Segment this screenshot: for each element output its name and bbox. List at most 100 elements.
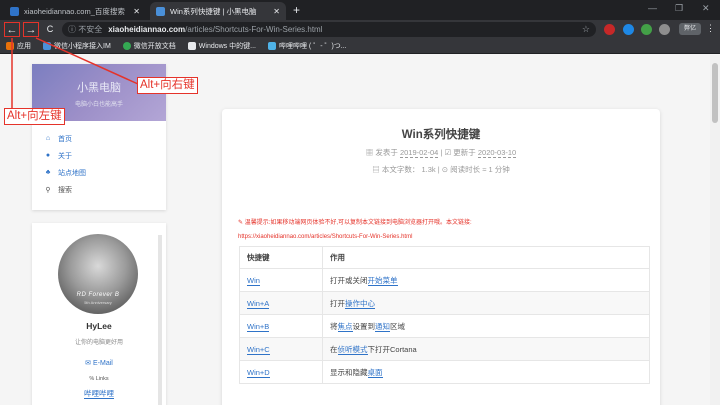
column-header-shortcut: 快捷键 xyxy=(239,246,323,269)
minimize-button[interactable]: — xyxy=(648,3,657,13)
close-window-button[interactable]: ✕ xyxy=(702,3,710,14)
security-indicator[interactable]: ⓘ 不安全 xyxy=(68,24,102,35)
bookmark-wechat-im[interactable]: 微信小程序接入IM xyxy=(43,41,111,51)
shortcut-key: Win+A xyxy=(247,298,270,309)
readtime-label: 阅读时长 ≈ xyxy=(450,165,487,174)
action-text: 在 xyxy=(330,344,338,354)
action-link[interactable]: 桌面 xyxy=(367,367,383,378)
tip-text: 温馨提示:如果移动端网页体验不好,可以复制本文链接到电脑浏览器打开哦。本文链接: xyxy=(244,220,472,226)
table-row: Win+A 打开操作中心 xyxy=(239,291,650,315)
bookmark-label: 应用 xyxy=(17,43,31,50)
shortcut-key: Win+D xyxy=(247,367,270,378)
wechat-icon xyxy=(122,42,131,50)
bilibili-icon xyxy=(267,42,276,50)
action-link[interactable]: 开始菜单 xyxy=(367,275,398,286)
action-link[interactable]: 通知 xyxy=(375,321,390,332)
wordcount-value: 1.3k xyxy=(421,165,436,174)
extension-icon[interactable] xyxy=(641,24,652,35)
nav-item-home[interactable]: ⌂ 首页 xyxy=(32,130,166,147)
maximize-button[interactable]: ❐ xyxy=(675,3,683,14)
avatar-subtext: 5th Anniversary xyxy=(84,300,112,305)
calendar-icon: ▦ xyxy=(365,148,376,157)
bookmark-star-icon[interactable]: ☆ xyxy=(582,24,590,35)
url-domain: xiaoheidiannao.com xyxy=(108,25,186,34)
tab-close-icon[interactable]: ✕ xyxy=(133,7,140,16)
author-name: HyLee xyxy=(86,321,112,331)
shortcut-key: Win+C xyxy=(247,344,270,355)
extension-icon[interactable] xyxy=(659,24,670,35)
links-label: Links xyxy=(95,376,109,382)
bookmark-apps[interactable]: 应用 xyxy=(6,41,31,51)
sitemap-icon: ♣ xyxy=(45,169,51,176)
shortcut-action: 打开操作中心 xyxy=(322,291,650,315)
new-tab-button[interactable]: + xyxy=(293,3,300,17)
readtime-value: 1 分钟 xyxy=(488,165,510,174)
bookmark-windows-keys[interactable]: Windows 中的键... xyxy=(187,41,256,51)
menu-icon[interactable]: ⋮ xyxy=(706,23,715,34)
address-bar[interactable]: ⓘ 不安全 xiaoheidiannao.com /articles/Short… xyxy=(62,22,596,37)
tab-title: xiaoheidiannao.com_百度搜索 xyxy=(24,6,125,16)
mobile-tip: ✎ 温馨提示:如果移动端网页体验不好,可以复制本文链接到电脑浏览器打开哦。本文链… xyxy=(238,217,472,226)
avatar: RD Forever B 5th Anniversary xyxy=(58,234,138,314)
bookmark-label: 微信开放文档 xyxy=(133,43,176,50)
nav-item-label: 关于 xyxy=(58,152,72,160)
bilibili-link[interactable]: 哔哩哔哩 xyxy=(32,388,166,399)
file-icon: ▤ xyxy=(372,165,382,174)
cloud-icon xyxy=(43,42,51,50)
shortcut-key-link[interactable]: Win xyxy=(239,268,323,292)
shortcut-key-link[interactable]: Win+A xyxy=(239,291,323,315)
updated-label: 更新于 xyxy=(453,148,476,157)
forward-button[interactable]: → xyxy=(23,22,39,37)
tab-title: Win系列快捷键 | 小黑电脑 xyxy=(170,6,257,16)
action-link[interactable]: 焦点 xyxy=(337,321,353,332)
extension-icon[interactable] xyxy=(623,24,634,35)
action-link[interactable]: 操作中心 xyxy=(345,298,375,309)
avatar-text: RD Forever B xyxy=(76,292,120,298)
card-scrollbar[interactable] xyxy=(158,235,162,405)
action-text: 将 xyxy=(330,321,338,331)
back-button[interactable]: ← xyxy=(4,22,20,37)
site-nav: ⌂ 首页 ● 关于 ♣ 站点地图 ⚲ 搜索 xyxy=(32,121,166,198)
page-content: 小黑电脑 电脑小白也能高手 ⌂ 首页 ● 关于 ♣ 站点地图 ⚲ 搜索 RD F… xyxy=(0,55,720,405)
bookmark-label: Windows 中的键... xyxy=(198,43,256,50)
shortcut-action: 打开或关闭开始菜单 xyxy=(322,268,650,292)
search-icon: ⚲ xyxy=(45,186,51,194)
shortcut-key-link[interactable]: Win+D xyxy=(239,360,323,384)
tab-close-icon[interactable]: ✕ xyxy=(273,7,280,16)
annotation-forward: Alt+向右键 xyxy=(137,77,198,94)
shortcut-key-link[interactable]: Win+C xyxy=(239,337,323,361)
wordcount-label: 本文字数： xyxy=(381,165,420,174)
bookmark-label: 微信小程序接入IM xyxy=(54,43,111,50)
reload-button[interactable]: C xyxy=(42,22,58,37)
windows-icon xyxy=(187,42,196,50)
page-scrollbar[interactable] xyxy=(710,55,720,405)
security-label: 不安全 xyxy=(78,25,103,34)
links-heading: % Links xyxy=(32,376,166,382)
site-slogan: 电脑小白也能高手 xyxy=(74,102,123,108)
clock-icon: ⊙ xyxy=(441,165,451,174)
scrollbar-thumb[interactable] xyxy=(712,63,718,123)
extension-icon[interactable] xyxy=(604,24,615,35)
url-path: /articles/Shortcuts-For-Win-Series.html xyxy=(185,25,323,34)
article-title: Win系列快捷键 xyxy=(401,129,481,141)
nav-item-label: 首页 xyxy=(58,135,72,143)
tab-baidu-search[interactable]: xiaoheidiannao.com_百度搜索 ✕ xyxy=(4,2,146,20)
action-link[interactable]: 侦听模式 xyxy=(337,344,368,355)
shortcut-table: 快捷键 作用 Win 打开或关闭开始菜单 Win+A 打开操作中心 Win+B … xyxy=(239,246,650,384)
nav-item-sitemap[interactable]: ♣ 站点地图 xyxy=(32,164,166,181)
article-stats: ▤ 本文字数： 1.3k | ⊙ 阅读时长 ≈ 1 分钟 xyxy=(372,165,510,174)
tab-win-shortcuts[interactable]: Win系列快捷键 | 小黑电脑 ✕ xyxy=(150,2,286,20)
bilibili-label: 哔哩哔哩 xyxy=(84,389,114,399)
email-link[interactable]: ✉ E-Mail xyxy=(32,359,166,367)
nav-item-about[interactable]: ● 关于 xyxy=(32,147,166,164)
profile-button[interactable]: 弊亿 xyxy=(679,23,701,35)
email-label: E-Mail xyxy=(92,360,113,367)
table-row: Win 打开或关闭开始菜单 xyxy=(239,268,650,292)
bookmark-bilibili[interactable]: 哔哩哔哩 ( ゜- ゜)つ... xyxy=(267,41,347,51)
nav-item-label: 搜索 xyxy=(58,186,72,194)
table-row: Win+B 将焦点设置到通知区域 xyxy=(239,314,650,338)
bookmark-wechat-docs[interactable]: 微信开放文档 xyxy=(122,41,176,51)
shortcut-key-link[interactable]: Win+B xyxy=(239,314,323,338)
article-url-link[interactable]: https://xiaoheidiannao.com/articles/Shor… xyxy=(238,234,412,240)
nav-item-search[interactable]: ⚲ 搜索 xyxy=(32,181,166,198)
